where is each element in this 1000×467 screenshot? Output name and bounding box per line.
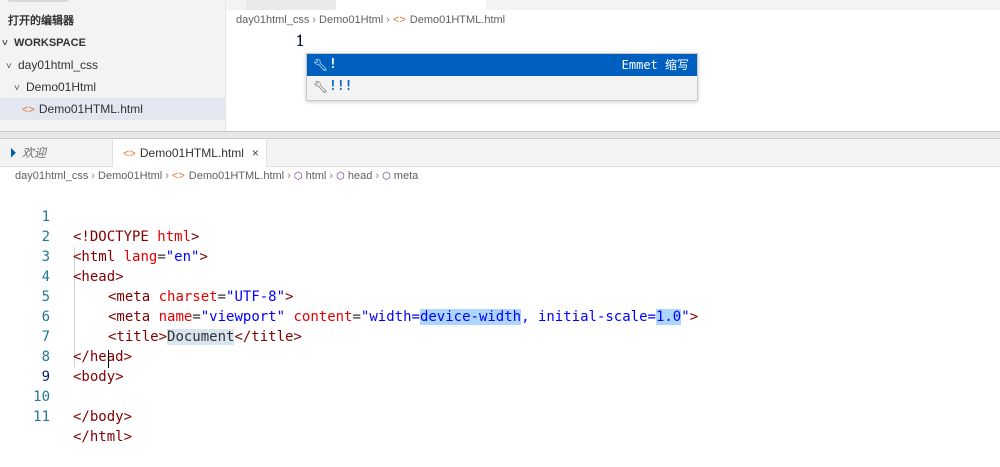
code-line: 4 <meta charset="UTF-8"> [0, 247, 1000, 305]
explorer-sidebar: 打开的编辑器 ˅ WORKSPACE ˅ day01html_css ˅ Demo01… [0, 0, 226, 132]
breadcrumb-item[interactable]: meta [394, 170, 418, 182]
close-icon[interactable]: × [252, 146, 259, 160]
chevron-right-icon: › [287, 170, 291, 182]
line-content: </body> [73, 409, 133, 425]
breadcrumb-item[interactable]: Demo01HTML.html [189, 170, 284, 182]
code-line-current: 9 [0, 347, 1000, 385]
top-tab-bar-clipped [226, 0, 1000, 10]
chevron-right-icon: › [375, 170, 379, 182]
wrench-icon: 🔧︎ [313, 58, 329, 72]
line-content: </html> [73, 429, 133, 445]
open-editors-header[interactable]: 打开的编辑器 [0, 10, 225, 32]
suggestion-label: !!! [329, 79, 353, 94]
breadcrumb-item[interactable]: Demo01Html [319, 14, 383, 26]
tree-folder-demo01html[interactable]: ˅ Demo01Html [0, 76, 225, 98]
html-file-icon: <> [392, 14, 406, 26]
suggestion-item-emmet[interactable]: 🔧︎ ! Emmet 缩写 [307, 54, 697, 76]
element-icon: ⬡ [382, 171, 391, 182]
top-tab-welcome-clipped[interactable] [246, 0, 336, 10]
chevron-down-icon: ˅ [14, 83, 20, 94]
html-file-icon: <> [123, 148, 136, 160]
open-editors-label: 打开的编辑器 [8, 15, 74, 27]
code-line: 5 <meta name="viewport" content="width=d… [0, 267, 1000, 325]
file-label: Demo01HTML.html [38, 102, 143, 116]
breadcrumb-item[interactable]: day01html_css [236, 14, 309, 26]
suggestion-detail: Emmet 缩写 [621, 58, 689, 72]
line-number: 11 [33, 409, 50, 425]
breadcrumb-item[interactable]: Demo01Html [98, 170, 162, 182]
code-line: 2 <html lang="en"> [0, 207, 1000, 265]
folder-label: day01html_css [18, 58, 99, 72]
code-line: 6 <title>Document</title> [0, 287, 1000, 345]
workspace-label: WORKSPACE [14, 37, 86, 49]
top-tab-file-clipped[interactable] [336, 0, 486, 10]
breadcrumb-item[interactable]: day01html_css [15, 170, 88, 182]
suggest-widget: 🔧︎ ! Emmet 缩写 🔧︎ !!! [306, 53, 698, 101]
code-line: 3 <head> [0, 227, 1000, 285]
chevron-right-icon: › [91, 170, 96, 182]
typed-text: ! [296, 33, 305, 49]
tree-folder-day01html-css[interactable]: ˅ day01html_css [0, 54, 225, 76]
code-editor[interactable]: 1 <!DOCTYPE html> 2 <html lang="en"> 3 <… [0, 187, 1000, 445]
vscode-logo-icon: ⏵ [10, 146, 17, 160]
element-icon: ⬡ [293, 171, 303, 182]
tab-label: Demo01HTML.html [139, 146, 244, 160]
top-editor-group: 打开的编辑器 ˅ WORKSPACE ˅ day01html_css ˅ Demo01… [0, 0, 1000, 132]
workspace-header[interactable]: ˅ WORKSPACE [0, 32, 225, 54]
breadcrumb-item[interactable]: html [306, 170, 327, 182]
tab-bar: ⏵ 欢迎 <> Demo01HTML.html × [0, 139, 1000, 167]
html-file-icon: <> [22, 104, 35, 116]
sidebar-clipped-title [8, 0, 68, 2]
editor-group-divider[interactable] [0, 131, 1000, 139]
breadcrumb-item[interactable]: head [348, 170, 372, 182]
breadcrumb: day01html_css › Demo01Html › <> Demo01HTML.ht… [15, 170, 418, 182]
tab-label: 欢迎 [22, 146, 47, 160]
text-cursor [108, 350, 109, 368]
code-line: 11 </html> [0, 387, 1000, 445]
chevron-down-icon: ˅ [6, 61, 12, 72]
code-line: 8 <body> [0, 327, 1000, 385]
subfolder-label: Demo01Html [26, 80, 97, 94]
code-line: 1 <!DOCTYPE html> [0, 187, 1000, 245]
tree-file-demo01html[interactable]: <> Demo01HTML.html [0, 98, 225, 120]
chevron-right-icon: › [386, 14, 390, 26]
element-icon: ⬡ [336, 171, 345, 182]
breadcrumb-item[interactable]: Demo01HTML.html [410, 14, 505, 26]
chevron-right-icon: › [312, 14, 317, 26]
code-line: 10 </body> [0, 367, 1000, 425]
suggestion-item[interactable]: 🔧︎ !!! [307, 76, 697, 98]
top-breadcrumb: day01html_css › Demo01Html › <> Demo01HTML.ht… [236, 14, 505, 26]
html-file-icon: <> [171, 170, 185, 182]
chevron-down-icon: ˅ [2, 38, 8, 49]
code-line: 7 </head> [0, 307, 1000, 365]
tab-welcome[interactable]: ⏵ 欢迎 [0, 139, 112, 167]
chevron-right-icon: › [165, 170, 169, 182]
wrench-icon: 🔧︎ [313, 80, 329, 94]
chevron-right-icon: › [329, 170, 334, 182]
suggestion-label: ! [329, 57, 337, 72]
tab-demo01html[interactable]: <> Demo01HTML.html × [112, 139, 267, 167]
